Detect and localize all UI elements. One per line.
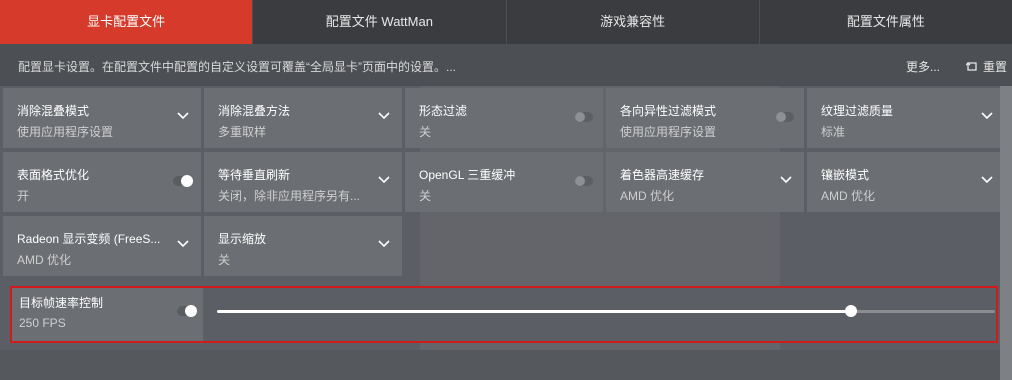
description-bar: 配置显卡设置。在配置文件中配置的自定义设置可覆盖“全局显卡”页面中的设置。...…: [0, 44, 1012, 86]
chevron-down-icon[interactable]: [981, 112, 993, 120]
setting-value: AMD 优化: [821, 189, 876, 203]
setting-tile[interactable]: 各向异性过滤模式 使用应用程序设置: [606, 88, 804, 148]
setting-title: Radeon 显示变频 (FreeS...: [17, 232, 161, 246]
tab-graphics-profile[interactable]: 显卡配置文件: [0, 0, 254, 44]
frame-rate-control-toggle[interactable]: [177, 305, 197, 317]
setting-value: 使用应用程序设置: [620, 125, 717, 139]
setting-tile[interactable]: 形态过滤关: [405, 88, 603, 148]
setting-value: 关: [218, 253, 231, 267]
setting-tile[interactable]: 表面格式优化开: [3, 152, 201, 212]
setting-tile[interactable]: 消除混叠方法 多重取样: [204, 88, 402, 148]
setting-value: 多重取样: [218, 125, 267, 139]
frame-rate-control-tile: 目标帧速率控制 250 FPS: [10, 286, 203, 343]
chevron-down-icon[interactable]: [177, 240, 189, 248]
toggle-knob: [575, 112, 585, 122]
more-link[interactable]: 更多...: [906, 58, 940, 75]
setting-value: 关闭，除非应用程序另有...: [218, 189, 361, 203]
setting-value: 使用应用程序设置: [17, 125, 114, 139]
toggle-knob: [575, 176, 585, 186]
setting-title: 形态过滤: [419, 104, 468, 118]
setting-tile[interactable]: 显示缩放关: [204, 216, 402, 276]
chevron-down-icon[interactable]: [981, 176, 993, 184]
setting-value: AMD 优化: [620, 189, 675, 203]
reset-button[interactable]: 重置: [966, 58, 1007, 75]
setting-title: 消除混叠方法: [218, 104, 291, 118]
setting-title: 各向异性过滤模式: [620, 104, 717, 118]
setting-title: 镶嵌模式: [821, 168, 870, 182]
reset-label: 重置: [983, 60, 1008, 74]
setting-tile[interactable]: OpenGL 三重缓冲关: [405, 152, 603, 212]
slider-thumb[interactable]: [845, 305, 858, 317]
tab-wattman-profile[interactable]: 配置文件 WattMan: [253, 0, 507, 44]
setting-value: AMD 优化: [17, 253, 72, 267]
setting-value: 开: [17, 189, 30, 203]
background-blur-footer: [0, 350, 1012, 380]
chevron-down-icon[interactable]: [378, 240, 390, 248]
scrollbar[interactable]: [1000, 86, 1012, 380]
toggle-switch[interactable]: [173, 175, 193, 187]
slider-track[interactable]: [217, 305, 995, 317]
setting-tile[interactable]: 镶嵌模式 AMD 优化: [807, 152, 1005, 212]
setting-tile[interactable]: 着色器高速缓存 AMD 优化: [606, 152, 804, 212]
slider-fill: [217, 310, 852, 313]
setting-tile[interactable]: 等待垂直刷新关闭，除非应用程序另有...: [204, 152, 402, 212]
page-description: 配置显卡设置。在配置文件中配置的自定义设置可覆盖“全局显卡”页面中的设置。...: [18, 60, 456, 74]
setting-tile[interactable]: 纹理过滤质量 标准: [807, 88, 1005, 148]
chevron-down-icon[interactable]: [780, 176, 792, 184]
setting-title: 纹理过滤质量: [821, 104, 894, 118]
chevron-down-icon[interactable]: [177, 112, 189, 120]
setting-title: 显示缩放: [218, 232, 267, 246]
tab-profile-properties[interactable]: 配置文件属性: [760, 0, 1012, 44]
setting-value: 标准: [821, 125, 846, 139]
setting-title: 消除混叠模式: [17, 104, 90, 118]
frame-rate-slider[interactable]: [203, 286, 998, 343]
setting-title: 表面格式优化: [17, 168, 90, 182]
frame-rate-control-value: 250 FPS: [19, 316, 66, 330]
setting-value: 关: [419, 125, 432, 139]
setting-value: 关: [419, 189, 432, 203]
setting-title: 等待垂直刷新: [218, 168, 291, 182]
frame-rate-control-title: 目标帧速率控制: [19, 296, 104, 310]
tab-game-compatibility[interactable]: 游戏兼容性: [507, 0, 760, 44]
setting-tile[interactable]: Radeon 显示变频 (FreeS... AMD 优化: [3, 216, 201, 276]
tab-bar: 显卡配置文件 配置文件 WattMan 游戏兼容性 配置文件属性: [0, 0, 1012, 44]
toggle-switch[interactable]: [575, 112, 593, 122]
setting-tile[interactable]: 消除混叠模式使用应用程序设置: [3, 88, 201, 148]
toggle-knob: [185, 305, 197, 317]
setting-title: 着色器高速缓存: [620, 168, 705, 182]
setting-title: OpenGL 三重缓冲: [419, 168, 516, 182]
toggle-knob: [776, 112, 786, 122]
chevron-down-icon[interactable]: [378, 112, 390, 120]
toggle-switch[interactable]: [575, 176, 593, 186]
reset-icon: [966, 62, 977, 71]
toggle-switch[interactable]: [776, 112, 794, 122]
toggle-knob: [181, 175, 193, 187]
chevron-down-icon[interactable]: [378, 176, 390, 184]
frame-rate-control-row: 目标帧速率控制 250 FPS: [10, 286, 998, 343]
